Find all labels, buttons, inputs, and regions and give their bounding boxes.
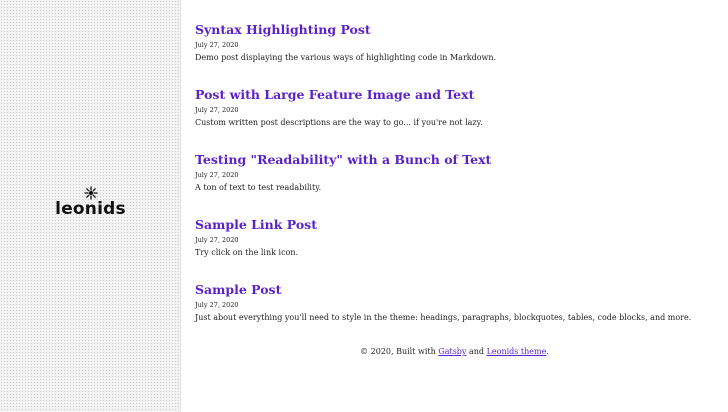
page: leonids Syntax Highlighting Post July 27… <box>0 0 728 412</box>
post-date: July 27, 2020 <box>195 236 239 244</box>
footer: © 2020, Built with Gatsby and Leonids th… <box>181 346 728 357</box>
post-date: July 27, 2020 <box>195 41 239 49</box>
gatsby-link[interactable]: Gatsby <box>438 347 466 356</box>
post-date: July 27, 2020 <box>195 171 239 179</box>
post-description: Demo post displaying the various ways of… <box>195 53 497 62</box>
leonids-theme-link[interactable]: Leonids theme <box>487 347 547 356</box>
footer-joiner: and <box>468 347 485 356</box>
footer-suffix: . <box>546 347 549 356</box>
post-title-link[interactable]: Sample Post <box>195 282 715 298</box>
sidebar: leonids <box>0 0 181 412</box>
brand-name: leonids <box>55 199 126 219</box>
post-date: July 27, 2020 <box>195 301 239 309</box>
post-title-link[interactable]: Syntax Highlighting Post <box>195 22 715 38</box>
post-title-link[interactable]: Testing "Readability" with a Bunch of Te… <box>195 152 715 168</box>
sun-burst-icon <box>83 185 98 200</box>
post-item: Sample Post July 27, 2020 Just about eve… <box>195 282 715 323</box>
post-item: Syntax Highlighting Post July 27, 2020 D… <box>195 22 715 63</box>
post-date: July 27, 2020 <box>195 106 239 114</box>
post-item: Sample Link Post July 27, 2020 Try click… <box>195 217 715 258</box>
post-title-link[interactable]: Post with Large Feature Image and Text <box>195 87 715 103</box>
post-item: Post with Large Feature Image and Text J… <box>195 87 715 128</box>
post-description: Custom written post descriptions are the… <box>195 118 483 127</box>
post-list: Syntax Highlighting Post July 27, 2020 D… <box>181 0 728 412</box>
post-title-link[interactable]: Sample Link Post <box>195 217 715 233</box>
post-description: A ton of text to test readability. <box>195 183 322 192</box>
post-description: Try click on the link icon. <box>195 248 299 257</box>
footer-prefix: © 2020, Built with <box>360 347 436 356</box>
post-item: Testing "Readability" with a Bunch of Te… <box>195 152 715 193</box>
brand[interactable]: leonids <box>0 185 181 219</box>
post-description: Just about everything you'll need to sty… <box>195 313 692 322</box>
